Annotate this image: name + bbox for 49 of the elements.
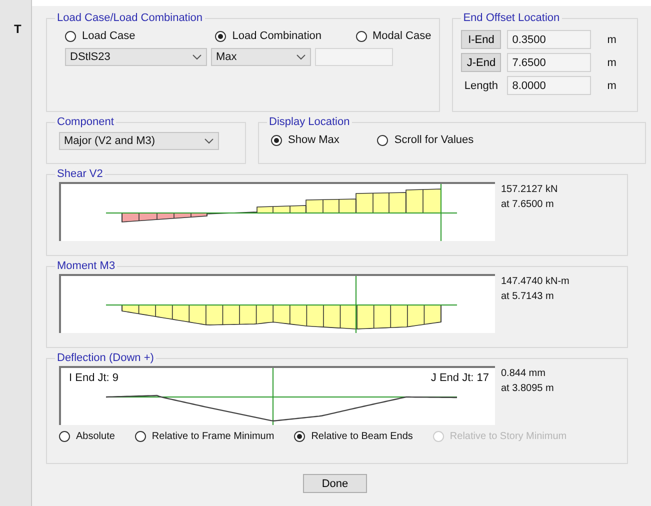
unit-label: m: [607, 80, 616, 92]
caret-icon: [204, 138, 214, 144]
caret-icon: [192, 54, 202, 60]
group-title: End Offset Location: [462, 12, 561, 24]
joint-label: I End Jt: 9: [69, 372, 119, 384]
max-location: at 3.8095 m: [501, 383, 554, 394]
radio-button[interactable]: [65, 30, 76, 42]
radio-label[interactable]: Modal Case: [372, 30, 432, 42]
group-title: Load Case/Load Combination: [56, 12, 204, 24]
group-title: Moment M3: [56, 260, 116, 272]
combination-dropdown[interactable]: DStlS23: [65, 48, 207, 66]
offset-field[interactable]: 8.0000: [507, 76, 592, 95]
end-button[interactable]: I-End: [461, 30, 502, 49]
radio-label[interactable]: Relative to Beam Ends: [311, 431, 413, 442]
joint-label: J End Jt: 17: [430, 372, 489, 384]
offset-field[interactable]: 7.6500: [507, 53, 592, 72]
input-field[interactable]: [315, 48, 393, 66]
radio-button[interactable]: [356, 30, 367, 42]
max-location: at 5.7143 m: [501, 291, 555, 302]
radio-label[interactable]: Scroll for Values: [394, 134, 474, 146]
radio-label[interactable]: Load Combination: [232, 30, 322, 42]
radio-button[interactable]: [377, 134, 388, 146]
caret-icon: [296, 54, 306, 60]
done-button[interactable]: Done: [303, 474, 367, 493]
end-button[interactable]: J-End: [461, 53, 502, 72]
max-location: at 7.6500 m: [501, 199, 555, 210]
unit-label: m: [607, 56, 616, 68]
field-label: Length: [463, 80, 500, 92]
window-edge-text: T: [14, 22, 22, 36]
group-title: Component: [56, 116, 115, 128]
radio-label[interactable]: Show Max: [288, 134, 340, 146]
radio-button[interactable]: [59, 431, 70, 442]
max-value: 0.844 mm: [501, 368, 546, 379]
radio-button[interactable]: [134, 431, 146, 442]
group-title: Display Location: [268, 116, 351, 128]
envelope-dropdown[interactable]: Max: [211, 48, 311, 66]
offset-field[interactable]: 0.3500: [507, 30, 592, 49]
max-value: 157.2127 kN: [501, 184, 558, 195]
group-title: Shear V2: [56, 168, 104, 180]
max-value: 147.4740 kN-m: [501, 276, 570, 287]
radio-button[interactable]: [294, 431, 306, 442]
radio-button[interactable]: [215, 30, 226, 42]
group-title: Deflection (Down +): [56, 352, 155, 364]
radio-button[interactable]: [271, 134, 282, 146]
radio-label[interactable]: Load Case: [82, 30, 136, 42]
component-dropdown[interactable]: Major (V2 and M3): [59, 132, 219, 150]
radio-label[interactable]: Relative to Frame Minimum: [152, 431, 274, 442]
unit-label: m: [607, 34, 616, 46]
radio-label[interactable]: Absolute: [76, 431, 115, 442]
